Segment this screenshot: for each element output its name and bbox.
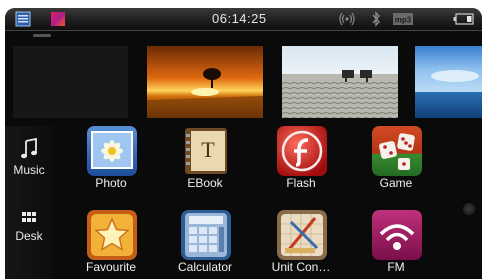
sidebar-item-label: Desk bbox=[15, 229, 43, 243]
ruler-icon bbox=[277, 210, 327, 260]
sidebar-item-label: Music bbox=[13, 163, 45, 177]
ocean-sky-photo[interactable] bbox=[415, 46, 482, 118]
app-label: Unit Con… bbox=[271, 260, 331, 274]
calculator-icon bbox=[181, 210, 231, 260]
app-label: Calculator bbox=[177, 260, 233, 274]
color-palette-icon[interactable] bbox=[50, 11, 66, 27]
app-label: Game bbox=[379, 176, 413, 190]
app-label: Photo bbox=[95, 176, 127, 190]
bluetooth-icon bbox=[368, 11, 384, 27]
app-menu-icon[interactable] bbox=[15, 11, 31, 27]
scroll-handle bbox=[33, 34, 51, 37]
app-flash[interactable]: Flash bbox=[254, 126, 348, 202]
app-label: EBook bbox=[187, 176, 223, 190]
app-fm-radio[interactable]: FM bbox=[349, 210, 443, 279]
flash-icon bbox=[277, 126, 327, 176]
music-note-icon bbox=[21, 137, 37, 159]
app-game[interactable]: Game bbox=[349, 126, 443, 202]
sidebar-item-music[interactable]: Music bbox=[5, 137, 53, 177]
app-label: FM bbox=[387, 260, 405, 274]
app-unit-converter[interactable]: Unit Con… bbox=[254, 210, 348, 279]
status-bar: 06:14:25 mp3 bbox=[5, 8, 482, 31]
sunset-tree-photo[interactable] bbox=[147, 46, 263, 118]
mp3-icon: mp3 bbox=[392, 11, 414, 27]
app-favourite[interactable]: Favourite bbox=[64, 210, 158, 279]
app-label: Flash bbox=[286, 176, 316, 190]
battery-icon bbox=[453, 11, 475, 27]
dice-icon bbox=[372, 126, 422, 176]
app-calculator[interactable]: Calculator bbox=[158, 210, 252, 279]
fm-radio-icon bbox=[372, 210, 422, 260]
ebook-icon: T bbox=[181, 126, 231, 176]
beach-sand-photo[interactable] bbox=[282, 46, 398, 118]
app-ebook[interactable]: T EBook bbox=[158, 126, 252, 202]
app-label: Favourite bbox=[85, 260, 137, 274]
clock-time: 06:14:25 bbox=[212, 11, 267, 26]
desk-grid-icon bbox=[22, 212, 36, 222]
app-photo[interactable]: Photo bbox=[64, 126, 158, 202]
sidebar: Music Desk bbox=[5, 126, 53, 279]
sidebar-item-desk[interactable]: Desk bbox=[5, 210, 53, 243]
wireless-signal-icon bbox=[338, 11, 355, 27]
page-indicator-dot bbox=[463, 203, 475, 215]
star-icon bbox=[87, 210, 137, 260]
photo-flower-icon bbox=[87, 126, 137, 176]
svg-text:T: T bbox=[201, 137, 215, 162]
device-screen: 06:14:25 mp3 Music Desk Photo T EBook Fl… bbox=[5, 8, 482, 279]
empty-photo[interactable] bbox=[13, 46, 128, 118]
svg-text:mp3: mp3 bbox=[395, 16, 412, 25]
